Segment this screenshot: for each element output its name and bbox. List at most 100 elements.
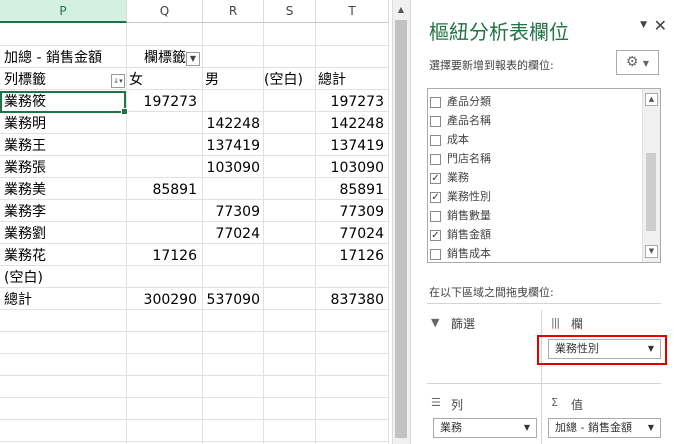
scroll-thumb[interactable] [646,153,656,231]
checkbox-checked-icon[interactable]: ✓ [430,229,441,241]
value-cell-total[interactable]: 77024 [316,223,384,245]
field-item[interactable]: 成本 [430,130,469,149]
field-item[interactable]: ✓ 業務性別 [430,187,491,206]
drag-fields-label: 在以下區域之間拖曳欄位: [429,286,554,299]
checkbox-icon[interactable] [430,210,441,222]
pivot-column-label[interactable]: 欄標籤 [144,47,186,69]
close-icon[interactable]: ✕ [654,16,667,35]
chevron-down-icon[interactable]: ▼ [524,419,530,437]
filter-icon: ▼ [431,316,440,329]
checkbox-checked-icon[interactable]: ✓ [430,191,441,203]
pivot-value-field-label[interactable]: 加總 - 銷售金額 [4,47,102,69]
field-item[interactable]: ✓ 業務 [430,168,469,187]
rows-field-chip[interactable]: 業務 ▼ [433,418,537,438]
field-item[interactable]: 產品名稱 [430,111,491,130]
value-cell-female[interactable] [127,135,197,157]
row-label-cell[interactable]: (空白) [4,267,43,289]
row-filter-button[interactable]: ↓▾ [111,74,125,88]
spreadsheet-grid[interactable]: P Q R S T 加總 - 銷售金額 欄標籤 ▼ 列標籤 ↓▾ 女 男 (空白… [0,0,389,444]
value-cell-female[interactable] [127,201,197,223]
value-cell-female[interactable] [127,267,197,289]
header-male[interactable]: 男 [205,69,219,91]
value-cell-female[interactable] [127,113,197,135]
checkbox-icon[interactable] [430,96,441,108]
value-cell-male[interactable] [203,245,260,267]
value-cell-male[interactable] [203,91,260,113]
values-chip-label: 加總 - 銷售金額 [555,421,632,434]
sheet-vertical-scrollbar[interactable]: ▲ [392,0,410,444]
scroll-down-icon[interactable]: ▼ [645,245,658,258]
chevron-down-icon[interactable]: ▼ [648,419,654,437]
value-cell-male[interactable]: 137419 [203,135,260,157]
value-cell-female[interactable] [127,223,197,245]
column-header-s[interactable]: S [264,0,316,22]
value-cell-female[interactable] [127,157,197,179]
row-label-cell[interactable]: 業務王 [4,135,46,157]
scroll-up-icon[interactable]: ▲ [645,93,658,106]
pane-options-icon[interactable]: ▼ [640,20,647,30]
value-cell-female[interactable]: 17126 [127,245,197,267]
field-list[interactable]: 產品分類產品名稱成本門店名稱 ✓ 業務 ✓ 業務性別 銷售數量 ✓ 銷售金額 銷售成本 ▲ ▼ [427,88,661,263]
header-female[interactable]: 女 [129,69,143,91]
value-cell-total[interactable]: 197273 [316,91,384,113]
scroll-up-icon[interactable]: ▲ [395,4,407,16]
field-item[interactable]: 產品分類 [430,92,491,111]
value-cell-female[interactable]: 85891 [127,179,197,201]
row-label-cell[interactable]: 業務劉 [4,223,46,245]
pivot-field-pane: 樞紐分析表欄位 ▼ ✕ 選擇要新增到報表的欄位: ⚙ ▼ 產品分類產品名稱成本門… [410,0,674,444]
value-cell-male[interactable]: 103090 [203,157,260,179]
value-cell-total[interactable]: 137419 [316,135,384,157]
field-item[interactable]: ✓ 銷售金額 [430,225,491,244]
value-cell-female[interactable]: 300290 [127,289,197,311]
field-item-label: 產品名稱 [447,114,491,127]
checkbox-icon[interactable] [430,153,441,165]
columns-icon: ||| [551,316,560,329]
values-field-chip[interactable]: 加總 - 銷售金額 ▼ [548,418,661,438]
value-cell-female[interactable]: 197273 [127,91,197,113]
value-cell-male[interactable]: 77309 [203,201,260,223]
value-cell-male[interactable]: 537090 [203,289,260,311]
value-cell-male[interactable]: 77024 [203,223,260,245]
field-list-scrollbar[interactable]: ▲ ▼ [642,89,660,262]
checkbox-icon[interactable] [430,115,441,127]
row-label-cell[interactable]: 業務張 [4,157,46,179]
row-label-cell[interactable]: 業務花 [4,245,46,267]
column-header-r[interactable]: R [203,0,264,22]
checkbox-icon[interactable] [430,248,441,260]
value-cell-total[interactable]: 77309 [316,201,384,223]
column-header-t[interactable]: T [316,0,389,22]
field-item[interactable]: 門店名稱 [430,149,491,168]
column-filter-button[interactable]: ▼ [186,52,200,66]
header-blank[interactable]: (空白) [264,69,303,91]
value-cell-total[interactable]: 142248 [316,113,384,135]
values-area-title: 值 [571,398,584,412]
value-cell-total[interactable]: 103090 [316,157,384,179]
value-cell-total[interactable]: 837380 [316,289,384,311]
field-item[interactable]: 銷售成本 [430,244,491,262]
value-cell-total[interactable] [316,267,384,289]
value-cell-total[interactable]: 17126 [316,245,384,267]
scroll-thumb[interactable] [395,20,407,438]
pane-title: 樞紐分析表欄位 [429,20,569,44]
value-cell-male[interactable] [203,267,260,289]
field-item[interactable]: 銷售數量 [430,206,491,225]
rows-chip-label: 業務 [440,421,462,434]
checkbox-checked-icon[interactable]: ✓ [430,172,441,184]
field-item-label: 產品分類 [447,95,491,108]
value-cell-male[interactable]: 142248 [203,113,260,135]
choose-fields-label: 選擇要新增到報表的欄位: [429,59,554,72]
value-cell-male[interactable] [203,179,260,201]
header-total[interactable]: 總計 [318,69,346,91]
row-label-cell[interactable]: 總計 [4,289,32,311]
field-item-label: 成本 [447,133,469,146]
column-header-q[interactable]: Q [127,0,203,22]
gear-icon[interactable]: ⚙ ▼ [616,50,659,75]
checkbox-icon[interactable] [430,134,441,146]
row-label-cell[interactable]: 業務明 [4,113,46,135]
pivot-row-label-header[interactable]: 列標籤 [4,69,46,91]
row-label-cell[interactable]: 業務美 [4,179,46,201]
value-cell-total[interactable]: 85891 [316,179,384,201]
row-label-cell[interactable]: 業務李 [4,201,46,223]
field-item-label: 業務 [447,171,469,184]
column-header-p[interactable]: P [0,0,127,23]
